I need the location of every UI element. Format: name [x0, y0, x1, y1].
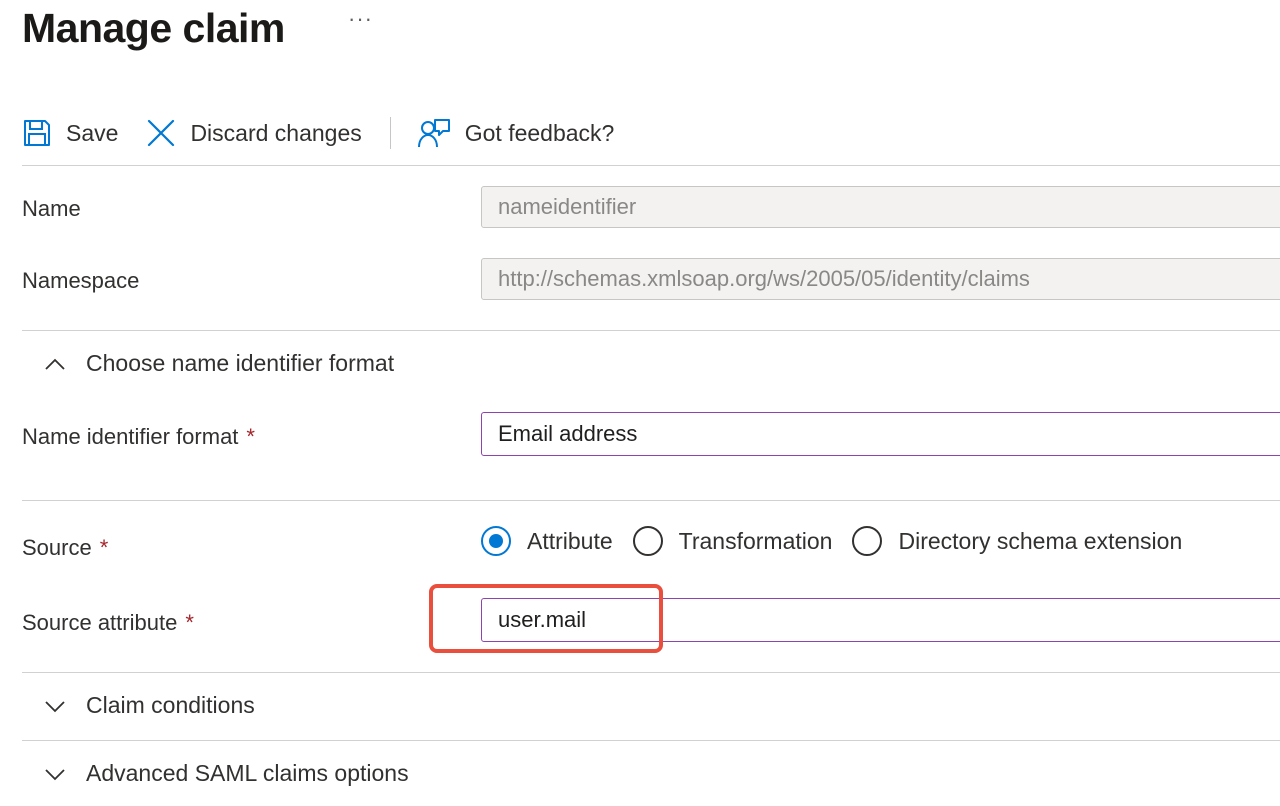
highlight-annotation: [429, 584, 663, 653]
chevron-up-icon: [45, 358, 65, 370]
section-title: Choose name identifier format: [86, 350, 395, 376]
namespace-label: Namespace: [22, 268, 140, 293]
name-identifier-format-value: Email address: [498, 421, 638, 446]
name-identifier-format-dropdown[interactable]: Email address: [481, 412, 1280, 456]
radio-checked-icon: [481, 526, 511, 556]
namespace-value: http://schemas.xmlsoap.org/ws/2005/05/id…: [498, 266, 1030, 291]
manage-claim-page: Manage claim ··· Save Discard changes Go…: [0, 0, 1280, 806]
feedback-label: Got feedback?: [464, 119, 615, 146]
save-icon: [22, 118, 52, 148]
source-attribute-label: Source attribute *: [22, 610, 194, 636]
radio-transformation[interactable]: Transformation: [632, 526, 833, 556]
chevron-down-icon: [45, 768, 65, 780]
discard-label: Discard changes: [190, 119, 362, 146]
radio-attribute[interactable]: Attribute: [481, 526, 613, 556]
required-marker: *: [246, 424, 255, 449]
claim-conditions-section-toggle[interactable]: Claim conditions: [44, 692, 255, 719]
name-value: nameidentifier: [498, 194, 637, 219]
namespace-field: http://schemas.xmlsoap.org/ws/2005/05/id…: [481, 258, 1280, 300]
save-label: Save: [66, 119, 119, 146]
advanced-saml-section-toggle[interactable]: Advanced SAML claims options: [44, 760, 409, 787]
radio-unchecked-icon: [632, 526, 663, 556]
divider: [22, 500, 1280, 501]
name-label: Name: [22, 196, 81, 221]
label-text: Name identifier format: [22, 424, 239, 449]
discard-changes-button[interactable]: Discard changes: [146, 118, 362, 148]
source-label: Source *: [22, 535, 108, 561]
more-options-button[interactable]: ···: [348, 6, 373, 32]
divider: [22, 165, 1280, 166]
radio-unchecked-icon: [852, 526, 883, 556]
divider: [22, 672, 1280, 673]
page-title: Manage claim: [22, 4, 285, 51]
title-row: Manage claim: [22, 0, 285, 56]
radio-label: Directory schema extension: [898, 527, 1183, 554]
name-identifier-format-label: Name identifier format *: [22, 424, 255, 450]
close-icon: [146, 118, 176, 148]
feedback-icon: [417, 117, 451, 149]
source-radio-group: Attribute Transformation Directory schem…: [481, 522, 1202, 560]
radio-label: Attribute: [527, 527, 613, 554]
radio-label: Transformation: [678, 527, 833, 554]
save-button[interactable]: Save: [22, 118, 118, 148]
section-title: Advanced SAML claims options: [86, 760, 409, 786]
required-marker: *: [99, 535, 109, 560]
name-field: nameidentifier: [481, 186, 1280, 228]
choose-name-identifier-section-toggle[interactable]: Choose name identifier format: [44, 350, 394, 377]
label-text: Source attribute: [22, 610, 178, 635]
command-bar: Save Discard changes Got feedback?: [22, 110, 614, 156]
toolbar-divider: [389, 117, 391, 149]
label-text: Source: [22, 535, 92, 560]
radio-directory-schema-extension[interactable]: Directory schema extension: [852, 526, 1182, 556]
chevron-down-icon: [45, 700, 65, 712]
section-title: Claim conditions: [86, 692, 255, 718]
feedback-button[interactable]: Got feedback?: [417, 117, 615, 149]
divider: [22, 330, 1280, 331]
divider: [22, 740, 1280, 741]
required-marker: *: [185, 610, 194, 635]
